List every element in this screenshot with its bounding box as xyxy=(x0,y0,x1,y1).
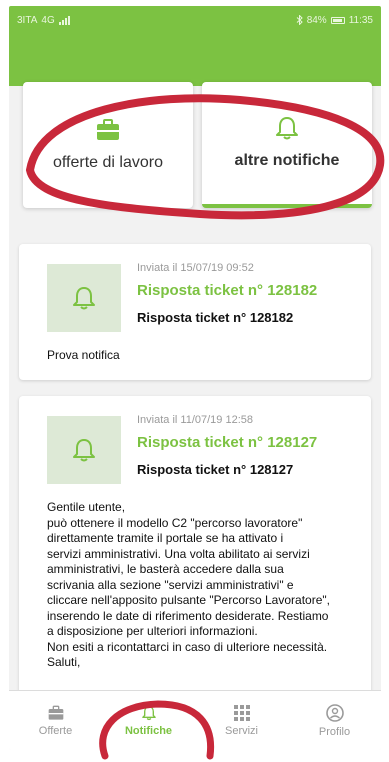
notification-date: Inviata il 15/07/19 09:52 xyxy=(137,262,254,274)
notification-subtitle: Risposta ticket n° 128182 xyxy=(137,310,294,325)
notification-subtitle: Risposta ticket n° 128127 xyxy=(137,462,294,477)
notification-body: Gentile utente, può ottenere il modello … xyxy=(47,500,330,669)
category-job-offers[interactable]: offerte di lavoro xyxy=(23,82,193,208)
status-bar: 3ITA 4G 84% 11:35 xyxy=(9,6,381,34)
bell-icon xyxy=(73,439,95,462)
category-label: offerte di lavoro xyxy=(53,154,163,171)
app-screen: 3ITA 4G 84% 11:35 offerte di lavoro altr… xyxy=(9,6,381,750)
notification-card[interactable]: Inviata il 11/07/19 12:58 Risposta ticke… xyxy=(19,396,371,696)
nav-label: Notifiche xyxy=(124,724,173,737)
nav-profilo[interactable]: Profilo xyxy=(288,691,381,750)
nav-notifiche[interactable]: Notifiche xyxy=(102,691,195,750)
notification-thumbnail xyxy=(47,264,121,332)
bell-icon xyxy=(141,705,156,720)
briefcase-icon xyxy=(97,119,119,140)
grid-icon xyxy=(233,704,250,721)
category-other-notifications[interactable]: altre notifiche xyxy=(202,82,372,208)
bottom-navigation: Offerte Notifiche Servizi Profilo xyxy=(9,690,381,750)
battery-icon xyxy=(330,16,345,24)
nav-offerte[interactable]: Offerte xyxy=(9,691,102,750)
bluetooth-icon xyxy=(296,15,303,25)
notification-body: Prova notifica xyxy=(47,348,120,362)
nav-label: Profilo xyxy=(318,725,351,738)
category-label: altre notifiche xyxy=(234,152,340,169)
header-band xyxy=(9,34,381,86)
nav-label: Servizi xyxy=(224,724,258,737)
notification-title: Risposta ticket n° 128127 xyxy=(137,434,318,451)
clock: 11:35 xyxy=(348,14,373,26)
notification-date: Inviata il 11/07/19 12:58 xyxy=(137,414,253,426)
notification-card[interactable]: Inviata il 15/07/19 09:52 Risposta ticke… xyxy=(19,244,371,380)
nav-label: Offerte xyxy=(38,724,73,737)
briefcase-icon xyxy=(48,705,63,720)
carrier-label: 3ITA xyxy=(17,14,38,26)
network-label: 4G xyxy=(41,14,55,26)
notification-thumbnail xyxy=(47,416,121,484)
user-icon xyxy=(325,703,344,722)
signal-icon xyxy=(58,15,70,25)
bell-icon xyxy=(276,117,298,140)
bell-icon xyxy=(73,287,95,310)
battery-percent: 84% xyxy=(306,14,327,26)
notification-title: Risposta ticket n° 128182 xyxy=(137,282,318,299)
phone-frame: 3ITA 4G 84% 11:35 offerte di lavoro altr… xyxy=(0,0,389,762)
nav-servizi[interactable]: Servizi xyxy=(195,691,288,750)
